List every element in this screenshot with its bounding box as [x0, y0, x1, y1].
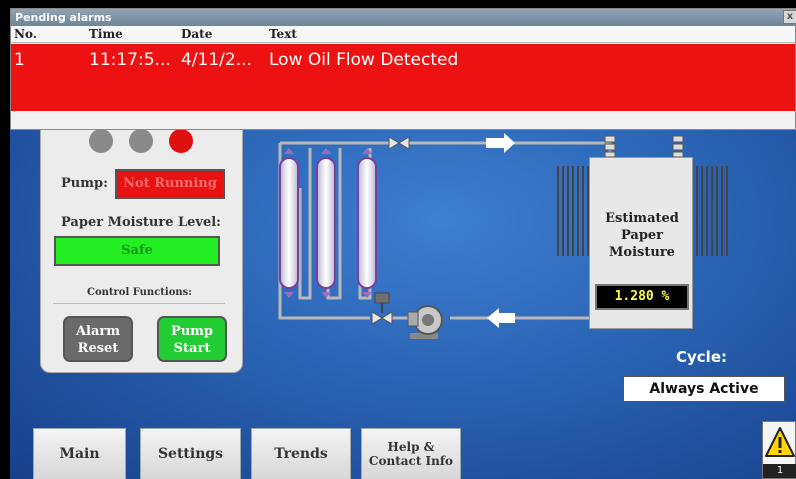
- pump-start-button[interactable]: Pump Start: [157, 316, 227, 362]
- heater-right-icon: [696, 166, 728, 256]
- top-valve-icon[interactable]: [388, 136, 410, 150]
- flow-arrow-left-icon: [487, 308, 515, 328]
- alarm-window-titlebar[interactable]: Pending alarms x: [11, 9, 796, 26]
- filter-column-1: [279, 148, 299, 298]
- filter-column-3: [357, 148, 377, 298]
- dryer-label-line3: Moisture: [609, 245, 675, 260]
- col-text-header[interactable]: Text: [269, 27, 297, 41]
- moisture-readout: 1.280 %: [595, 284, 689, 310]
- pending-alarms-window: Pending alarms x No. Time Date Text 1 11…: [10, 8, 796, 130]
- dryer-label: Estimated Paper Moisture: [590, 210, 694, 261]
- control-valve-icon[interactable]: [371, 292, 393, 325]
- control-panel: Pump: Not Running Paper Moisture Level: …: [40, 108, 243, 373]
- nav-settings-button[interactable]: Settings: [140, 428, 241, 479]
- alarm-no: 1: [14, 50, 25, 70]
- nav-help-line1: Help &: [387, 440, 435, 454]
- nav-settings-label: Settings: [157, 446, 224, 462]
- nav-trends-button[interactable]: Trends: [251, 428, 351, 479]
- close-button[interactable]: x: [783, 10, 796, 24]
- status-lamp-alarm: [169, 129, 193, 153]
- pump-label: Pump:: [61, 176, 108, 191]
- pump-start-line2: Start: [173, 341, 211, 356]
- filter-column-2: [316, 148, 336, 298]
- heater-left-icon: [557, 166, 589, 256]
- col-time-header[interactable]: Time: [89, 27, 123, 41]
- dryer-unit: Estimated Paper Moisture 1.280 %: [589, 157, 693, 329]
- alarm-window-title: Pending alarms: [15, 11, 112, 24]
- alarm-reset-line2: Reset: [77, 341, 119, 356]
- cycle-field[interactable]: Always Active: [623, 376, 785, 402]
- control-functions-label: Control Functions:: [87, 287, 192, 298]
- dryer-nozzle-icon: [604, 135, 684, 158]
- alarm-date: 4/11/2...: [181, 50, 252, 70]
- alarm-reset-button[interactable]: Alarm Reset: [63, 316, 133, 362]
- alarm-time: 11:17:5...: [89, 50, 171, 70]
- alarm-table-header: No. Time Date Text: [11, 26, 795, 43]
- dryer-label-line2: Paper: [620, 228, 664, 243]
- alarm-row[interactable]: 1 11:17:5... 4/11/2... Low Oil Flow Dete…: [11, 44, 795, 87]
- flow-arrow-right-icon: [486, 133, 515, 153]
- dryer-label-line1: Estimated: [605, 211, 679, 226]
- warning-indicator[interactable]: 1: [762, 421, 796, 479]
- col-date-header[interactable]: Date: [181, 27, 212, 41]
- pump-status: Not Running: [115, 169, 225, 199]
- divider: [53, 303, 225, 304]
- warning-triangle-icon: [765, 427, 795, 457]
- status-lamp-2: [129, 129, 153, 153]
- pump-icon[interactable]: [407, 305, 443, 339]
- nav-trends-label: Trends: [274, 446, 328, 462]
- warning-count: 1: [763, 464, 796, 478]
- col-no-header[interactable]: No.: [14, 27, 37, 41]
- alarm-reset-line1: Alarm: [75, 324, 121, 339]
- moisture-level-status: Safe: [54, 236, 220, 266]
- alarm-row-empty: [11, 87, 795, 111]
- pump-start-line1: Pump: [170, 324, 214, 339]
- hmi-screen: Estimated Paper Moisture 1.280 % Pump: N…: [10, 8, 796, 479]
- nav-help-button[interactable]: Help & Contact Info: [361, 428, 461, 479]
- nav-help-line2: Contact Info: [368, 454, 454, 468]
- nav-main-label: Main: [59, 446, 100, 462]
- cycle-label: Cycle:: [676, 348, 727, 366]
- moisture-label: Paper Moisture Level:: [61, 215, 221, 230]
- status-lamp-1: [89, 129, 113, 153]
- alarm-text: Low Oil Flow Detected: [269, 50, 459, 70]
- nav-main-button[interactable]: Main: [33, 428, 126, 479]
